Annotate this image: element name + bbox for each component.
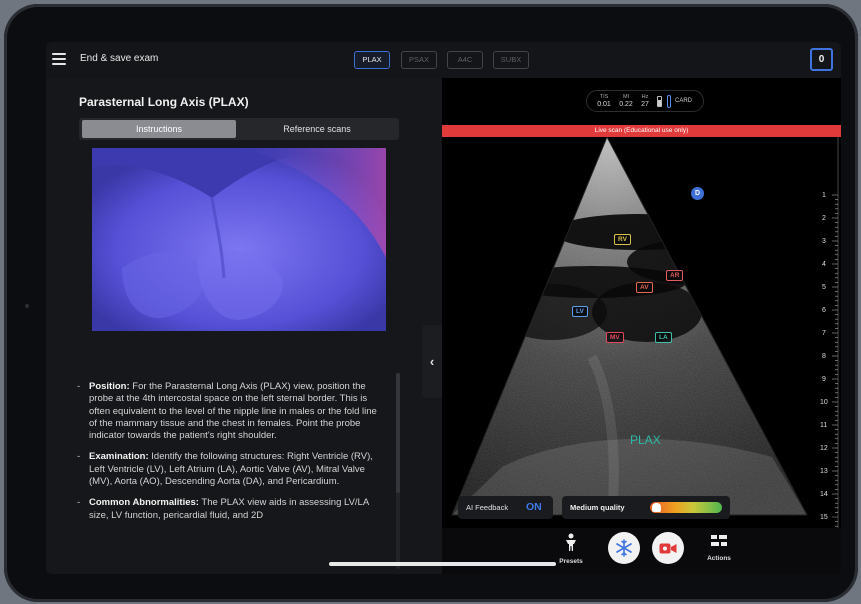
instruction-item: - Examination: Identify the following st…: [77, 451, 373, 488]
actions-button[interactable]: Actions: [702, 534, 736, 562]
depth-tick-label: 5: [822, 284, 826, 291]
ai-feedback-state[interactable]: ON: [526, 501, 542, 513]
quality-label: Medium quality: [570, 503, 625, 512]
actions-label: Actions: [707, 555, 731, 562]
camera-dot: [25, 304, 29, 308]
tis-label: TIS: [599, 94, 609, 100]
mi-value: 0.22: [619, 101, 633, 108]
tab-instructions[interactable]: Instructions: [82, 120, 236, 138]
label-mv[interactable]: MV: [606, 332, 624, 343]
instruction-body: For the Parasternal Long Axis (PLAX) vie…: [89, 381, 377, 442]
depth-tick-label: 8: [822, 353, 826, 360]
live-scan-banner: Live scan (Educational use only): [442, 125, 841, 137]
depth-tick-label: 7: [822, 330, 826, 337]
depth-scale: 1 2 3 4 5 6 7 8 9 10 11 12 13 14 15: [820, 137, 841, 574]
label-ar[interactable]: AR: [666, 270, 684, 281]
view-tab-subx[interactable]: SUBX: [493, 51, 529, 69]
person-icon: [566, 533, 576, 551]
end-save-exam-button[interactable]: End & save exam: [80, 53, 158, 64]
instruction-heading: Position:: [89, 381, 130, 392]
depth-tick-label: 4: [822, 261, 826, 268]
depth-tick-label: 2: [822, 215, 826, 222]
instruction-item: - Position: For the Parasternal Long Axi…: [77, 381, 377, 442]
depth-tick-label: 11: [820, 422, 828, 429]
depth-tick-label: 13: [820, 468, 828, 475]
hz-label: Hz: [641, 94, 649, 100]
home-indicator[interactable]: [329, 562, 556, 566]
ai-feedback-label: AI Feedback: [466, 503, 509, 512]
instruction-heading: Common Abnormalities:: [89, 497, 199, 509]
record-button[interactable]: [652, 532, 684, 564]
quality-marker: [652, 503, 661, 512]
page-title: Parasternal Long Axis (PLAX): [79, 95, 249, 109]
battery-icon: [657, 96, 662, 107]
depth-tick-label: 15: [820, 514, 828, 521]
hz-value: 27: [641, 101, 649, 108]
orientation-marker: D: [691, 187, 704, 200]
instruction-heading: Examination:: [89, 451, 149, 463]
depth-tick-label: 1: [822, 192, 826, 199]
probe-icon: [667, 95, 671, 108]
label-la[interactable]: LA: [655, 332, 672, 343]
guidance-panel: Parasternal Long Axis (PLAX) Instruction…: [46, 78, 442, 574]
collapse-panel-button[interactable]: ‹: [422, 325, 442, 398]
depth-tick-label: 14: [820, 491, 828, 498]
freeze-button[interactable]: [608, 532, 640, 564]
app-screen: End & save exam PLAX PSAX A4C SUBX 0 Par…: [46, 42, 841, 574]
probe-position-illustration: [92, 148, 386, 331]
mi-label: MI: [622, 94, 630, 100]
presets-label: Presets: [559, 558, 583, 565]
label-av[interactable]: AV: [636, 282, 653, 293]
actions-icon: [711, 535, 727, 546]
label-lv[interactable]: LV: [572, 306, 588, 317]
scrollbar[interactable]: [396, 373, 400, 493]
tis-value: 0.01: [597, 101, 611, 108]
preset-label: CARD: [675, 98, 693, 104]
scan-toolbar: Presets Actions: [442, 528, 841, 574]
top-bar: End & save exam PLAX PSAX A4C SUBX 0: [46, 42, 841, 78]
instruction-item: - Common Abnormalities: The PLAX view ai…: [77, 497, 369, 521]
menu-icon[interactable]: [52, 53, 66, 65]
guidance-tabs: Instructions Reference scans: [79, 118, 399, 140]
acoustic-readout: TIS 0.01 MI 0.22 Hz 27 CARD: [586, 90, 704, 112]
presets-button[interactable]: Presets: [554, 533, 588, 565]
scan-panel: TIS 0.01 MI 0.22 Hz 27 CARD Live scan (Educ…: [442, 78, 841, 574]
view-tab-a4c[interactable]: A4C: [447, 51, 483, 69]
depth-tick-label: 3: [822, 238, 826, 245]
scan-counter-button[interactable]: 0: [810, 48, 833, 71]
tab-reference-scans[interactable]: Reference scans: [239, 120, 395, 138]
video-camera-icon: [659, 543, 677, 553]
tablet-bezel: End & save exam PLAX PSAX A4C SUBX 0 Par…: [4, 4, 858, 602]
snowflake-icon: [616, 539, 632, 557]
depth-tick-label: 6: [822, 307, 826, 314]
view-tab-psax[interactable]: PSAX: [401, 51, 437, 69]
depth-tick-label: 12: [820, 445, 828, 452]
view-tab-plax[interactable]: PLAX: [354, 51, 390, 69]
label-rv[interactable]: RV: [614, 234, 631, 245]
instructions-text: - Position: For the Parasternal Long Axi…: [77, 381, 387, 571]
ai-feedback-toggle[interactable]: AI Feedback ON: [458, 496, 553, 519]
chevron-left-icon: ‹: [429, 354, 435, 369]
view-label: PLAX: [630, 433, 661, 447]
quality-indicator: Medium quality: [562, 496, 730, 519]
depth-tick-label: 10: [820, 399, 828, 406]
depth-tick-label: 9: [822, 376, 826, 383]
